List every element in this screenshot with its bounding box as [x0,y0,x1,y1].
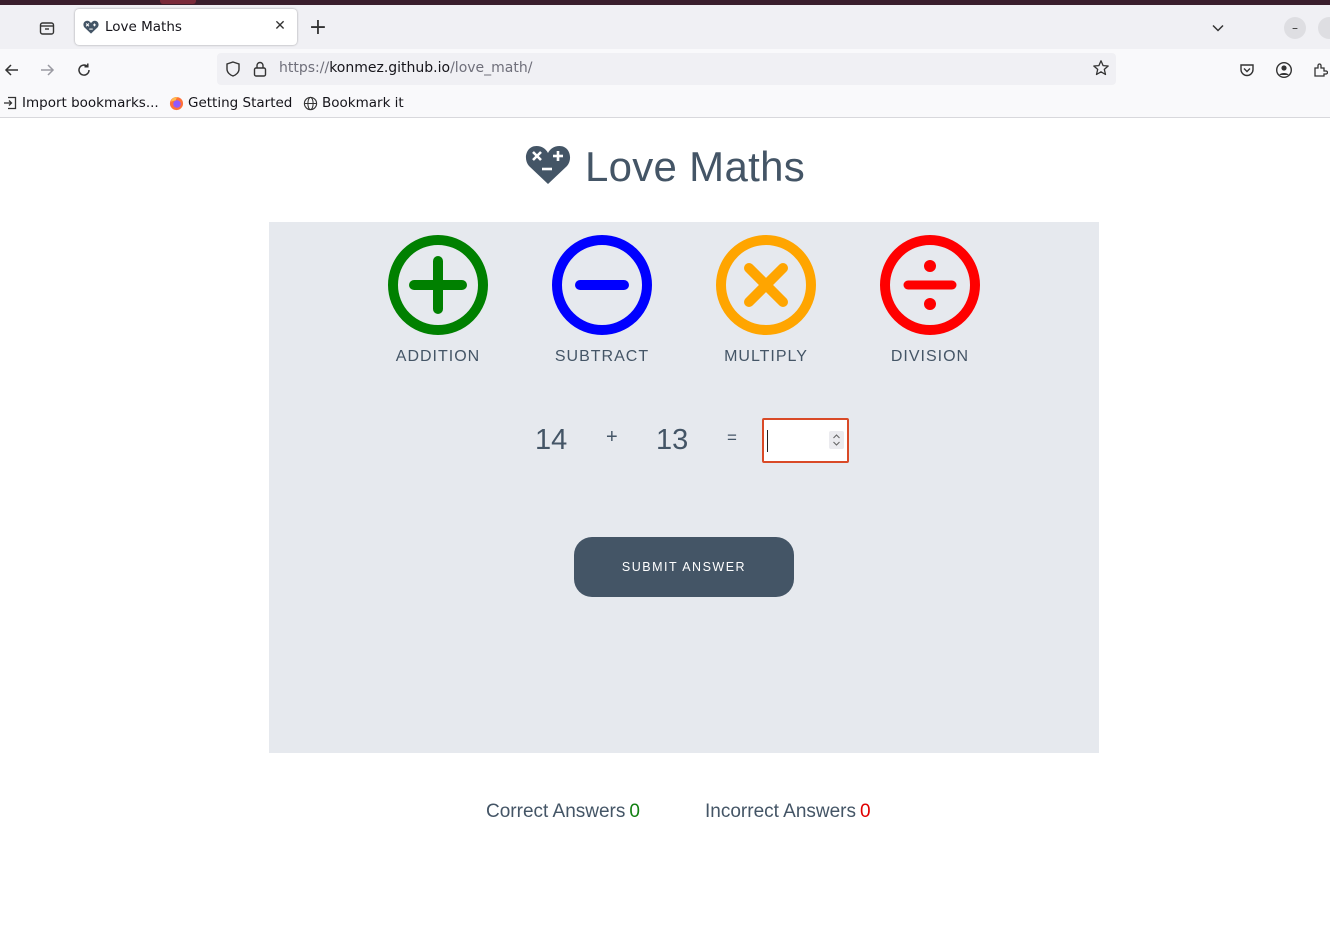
multiply-button[interactable]: MULTIPLY [706,235,826,375]
operation-label: SUBTRACT [554,348,650,365]
operation-label: DIVISION [890,348,970,365]
tab-bar: Love Maths ✕ + – [0,5,1330,49]
question-area: 14 + 13 = [269,418,1099,468]
extensions-icon[interactable] [1305,55,1330,85]
bookmark-star-icon[interactable] [1092,59,1110,81]
close-tab-icon[interactable]: ✕ [271,17,289,35]
navigation-bar: https://konmez.github.io/love_math/ [0,49,1330,91]
new-tab-button[interactable]: + [305,15,331,41]
tab-title: Love Maths [105,19,182,35]
number-spinner[interactable] [829,431,844,449]
address-bar[interactable]: https://konmez.github.io/love_math/ [217,53,1116,85]
bookmark-label: Getting Started [188,95,293,111]
submit-answer-button[interactable]: SUBMIT ANSWER [574,537,794,597]
bookmarks-toolbar: Import bookmarks... Getting Started Book… [0,91,1330,118]
firefox-view-icon[interactable] [30,14,64,42]
bookmark-label: Import bookmarks... [22,95,159,111]
page-content: Love Maths ADDITION SUBTRACT MULTIPLY DI… [0,119,1330,926]
firefox-icon [168,95,184,111]
back-arrow-icon[interactable] [0,55,27,85]
url-text[interactable]: https://konmez.github.io/love_math/ [279,60,532,76]
text-cursor [767,430,768,452]
bookmark-import[interactable]: Import bookmarks... [2,95,159,111]
incorrect-label: Incorrect Answers [705,801,856,822]
equals-sign: = [727,428,737,447]
heart-math-icon [525,146,570,184]
shield-icon[interactable] [224,60,242,82]
correct-label: Correct Answers [486,801,626,822]
tab-love-maths[interactable]: Love Maths ✕ [75,9,297,45]
globe-icon [302,95,318,111]
reload-icon[interactable] [69,55,99,85]
url-scheme: https:// [279,60,330,76]
incorrect-score: Incorrect Answers 0 [705,801,871,823]
times-circle-icon [716,235,816,335]
operand-2: 13 [656,424,689,456]
heart-math-icon [83,19,99,35]
bookmark-bookmark-it[interactable]: Bookmark it [302,95,404,111]
operation-label: ADDITION [395,348,481,365]
spinner-arrows-icon [833,434,840,446]
minus-circle-icon [552,235,652,335]
url-domain: konmez.github.io [329,60,451,76]
chevron-down-icon[interactable] [1205,17,1231,39]
account-icon[interactable] [1269,55,1299,85]
correct-score: Correct Answers 0 [486,801,640,823]
division-button[interactable]: DIVISION [870,235,990,375]
correct-value: 0 [629,801,640,822]
game-area: ADDITION SUBTRACT MULTIPLY DIVISION 14 +… [269,222,1099,753]
answer-input[interactable] [767,425,825,456]
operation-label: MULTIPLY [724,348,808,365]
divide-circle-icon [880,235,980,335]
page-heading: Love Maths [0,143,1330,191]
page-title: Love Maths [584,143,806,190]
operator: + [606,426,618,448]
addition-button[interactable]: ADDITION [378,235,498,375]
forward-arrow-icon[interactable] [32,55,62,85]
maximize-button[interactable] [1318,17,1330,39]
bookmark-getting-started[interactable]: Getting Started [168,95,292,111]
plus-circle-icon [388,235,488,335]
incorrect-value: 0 [860,801,871,822]
minimize-button[interactable]: – [1284,17,1306,39]
subtract-button[interactable]: SUBTRACT [542,235,662,375]
url-path: /love_math/ [450,60,533,76]
lock-icon[interactable] [252,60,268,82]
pocket-icon[interactable] [1232,55,1262,85]
import-icon [2,95,18,111]
score-area: Correct Answers 0 Incorrect Answers 0 [0,801,1330,831]
bookmark-label: Bookmark it [322,95,404,111]
answer-box[interactable] [762,418,849,463]
window-notch [160,0,196,4]
operand-1: 14 [535,424,568,456]
